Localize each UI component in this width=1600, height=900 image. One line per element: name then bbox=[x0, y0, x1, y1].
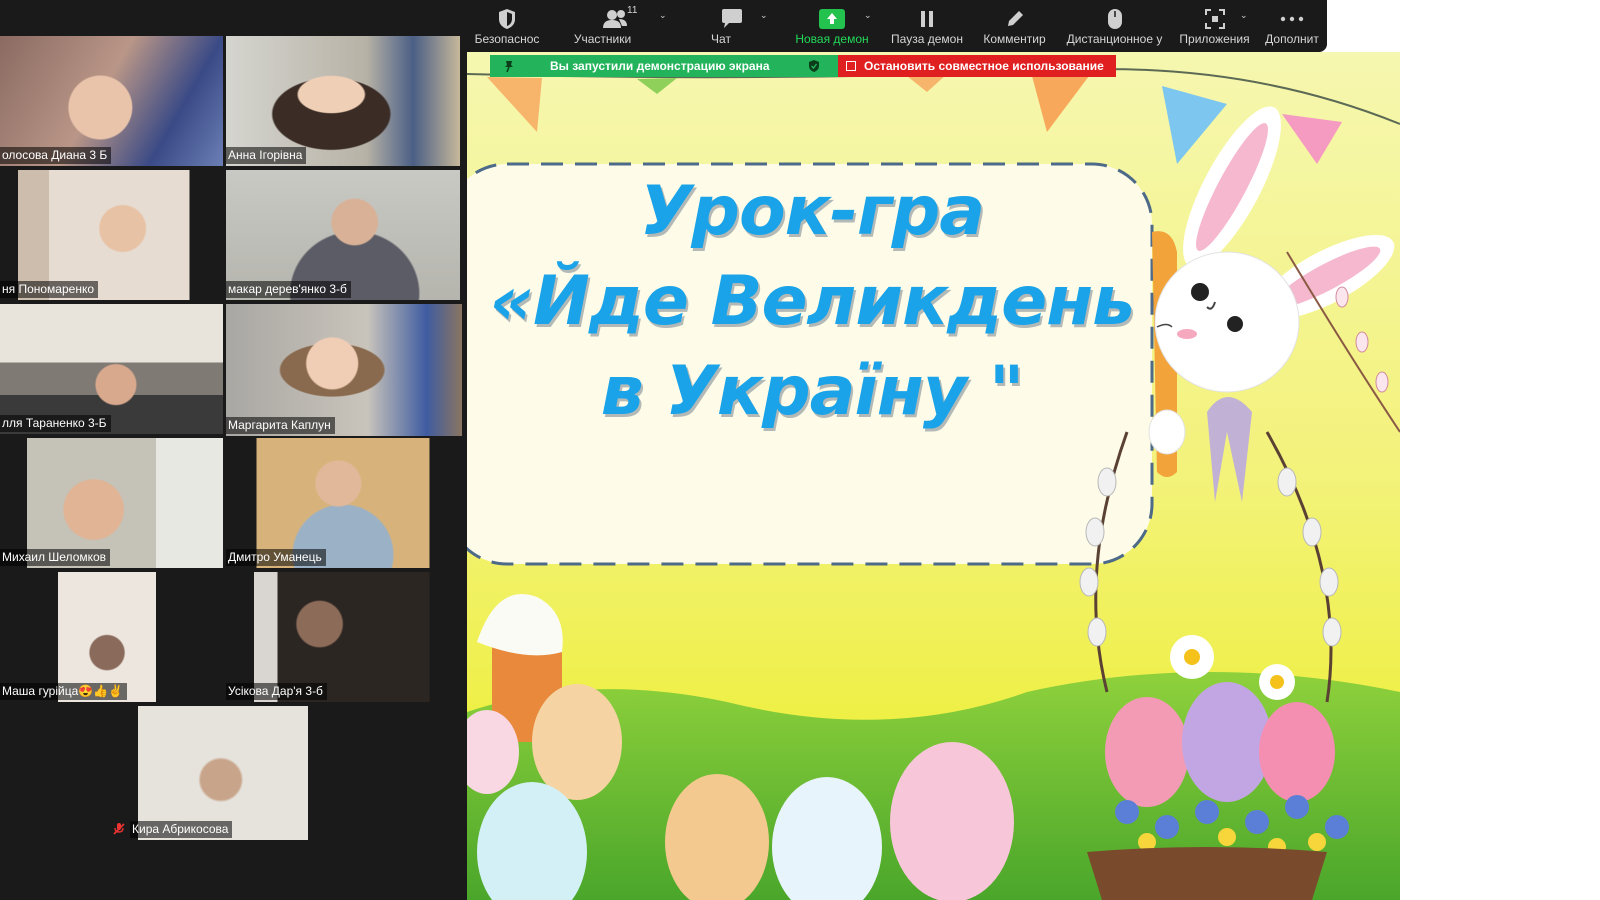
stop-icon bbox=[846, 61, 856, 71]
participant-tile[interactable]: ня Пономаренко bbox=[0, 170, 223, 300]
participant-video bbox=[0, 706, 460, 840]
new-share-label: Новая демон bbox=[795, 32, 869, 46]
share-screen-icon bbox=[819, 9, 845, 29]
chat-bubble-icon bbox=[722, 9, 742, 28]
stop-share-button[interactable]: Остановить совместное использование bbox=[838, 55, 1116, 77]
pause-icon bbox=[921, 11, 933, 27]
participant-name: Михаил Шеломков bbox=[0, 549, 111, 566]
annotate-label: Комментир bbox=[983, 32, 1046, 46]
shared-screen-slide: Урок-гра «Йде Великдень в Україну " bbox=[467, 52, 1400, 900]
security-button[interactable]: Безопаснос bbox=[467, 0, 547, 52]
more-label: Дополнит bbox=[1265, 32, 1319, 46]
remote-control-label: Дистанционное у bbox=[1066, 32, 1163, 46]
participants-button[interactable]: 11 ⌄ Участники bbox=[547, 0, 682, 52]
participant-name: Анна Ігорівна bbox=[226, 147, 307, 164]
participant-gallery: олосова Диана 3 Б Анна Ігорівна ня Поном… bbox=[0, 0, 467, 900]
participant-tile[interactable]: макар дерев'янко 3-б bbox=[226, 170, 460, 300]
participant-name: Маргарита Каплун bbox=[226, 417, 335, 434]
participants-count: 11 bbox=[627, 5, 638, 16]
pause-share-label: Пауза демон bbox=[891, 32, 963, 46]
shield-icon bbox=[499, 9, 515, 29]
participant-name: ня Пономаренко bbox=[0, 281, 99, 298]
share-status-text: Вы запустили демонстрацию экрана bbox=[550, 59, 770, 73]
participant-tile[interactable]: олосова Диана 3 Б bbox=[0, 36, 223, 166]
remote-control-button[interactable]: Дистанционное у bbox=[1057, 0, 1172, 52]
chat-label: Чат bbox=[711, 32, 731, 46]
share-status-banner: Вы запустили демонстрацию экрана bbox=[490, 55, 838, 77]
participant-name: Кира Абрикосова bbox=[130, 821, 233, 838]
chevron-down-icon[interactable]: ⌄ bbox=[864, 10, 872, 21]
participant-tile[interactable]: Усікова Дар'я 3-б bbox=[226, 572, 460, 702]
mouse-icon bbox=[1107, 9, 1122, 29]
participant-tile[interactable]: Маша гурійца😍👍✌ bbox=[0, 572, 223, 702]
stop-share-label: Остановить совместное использование bbox=[864, 59, 1104, 73]
participant-name: Усікова Дар'я 3-б bbox=[226, 683, 327, 700]
pin-icon[interactable] bbox=[502, 59, 516, 73]
apps-icon bbox=[1204, 9, 1225, 29]
apps-button[interactable]: ⌄ Приложения bbox=[1172, 0, 1257, 52]
chevron-down-icon[interactable]: ⌄ bbox=[760, 10, 768, 21]
meeting-toolbar: Безопаснос 11 ⌄ Участники ⌄ Чат ⌄ Новая … bbox=[467, 0, 1327, 52]
participant-name: макар дерев'янко 3-б bbox=[226, 281, 351, 298]
slide-title-line-2: «Йде Великдень bbox=[489, 262, 1135, 341]
participant-tile-active-speaker[interactable]: Маргарита Каплун bbox=[226, 304, 462, 436]
participant-name: Маша гурійца😍👍✌ bbox=[0, 683, 128, 700]
more-dots-icon bbox=[1280, 16, 1304, 22]
participant-tile[interactable]: Анна Ігорівна bbox=[226, 36, 460, 166]
annotate-button[interactable]: Комментир bbox=[972, 0, 1057, 52]
participants-label: Участники bbox=[573, 32, 632, 46]
more-button[interactable]: Дополнит bbox=[1257, 0, 1327, 52]
participant-name: олосова Диана 3 Б bbox=[0, 147, 112, 164]
screen-share-bar: Вы запустили демонстрацию экрана Останов… bbox=[490, 55, 1116, 77]
security-label: Безопаснос bbox=[474, 32, 540, 46]
participant-tile[interactable]: Михаил Шеломков bbox=[0, 438, 223, 568]
participant-tile[interactable]: лля Тараненко 3-Б bbox=[0, 304, 223, 434]
participant-tile[interactable]: Кира Абрикосова bbox=[0, 706, 460, 840]
slide-title-line-1: Урок-гра bbox=[639, 172, 985, 251]
chevron-down-icon[interactable]: ⌄ bbox=[659, 10, 667, 21]
apps-label: Приложения bbox=[1179, 32, 1250, 46]
new-share-button[interactable]: ⌄ Новая демон bbox=[782, 0, 882, 52]
chevron-down-icon[interactable]: ⌄ bbox=[1240, 10, 1248, 21]
pencil-icon bbox=[1007, 11, 1023, 26]
shield-check-icon bbox=[809, 60, 819, 72]
participant-tile[interactable]: Дмитро Уманець bbox=[226, 438, 460, 568]
pause-share-button[interactable]: Пауза демон bbox=[882, 0, 972, 52]
participant-name: лля Тараненко 3-Б bbox=[0, 415, 111, 432]
participants-icon bbox=[602, 10, 627, 28]
participant-name: Дмитро Уманець bbox=[226, 549, 326, 566]
microphone-muted-icon bbox=[113, 823, 125, 835]
chat-button[interactable]: ⌄ Чат bbox=[682, 0, 782, 52]
slide-title-line-3: в Україну " bbox=[600, 352, 1025, 431]
